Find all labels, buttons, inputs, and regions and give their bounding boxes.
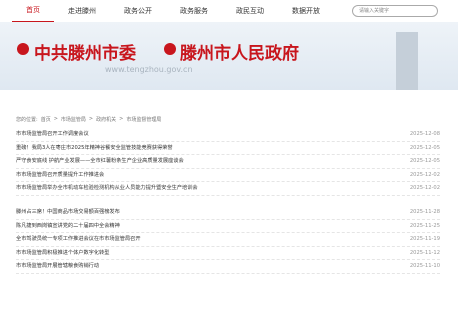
breadcrumb: 您的位置: 首页 > 市场监管局 > 政府机关 > 市场监督管理局 [0,110,458,128]
gov-emblem-icon [164,43,176,55]
bread-2: > [53,116,58,122]
bread-4: > [88,116,94,122]
nav-about[interactable]: 走进滕州 [54,0,110,22]
list-gap [16,196,440,206]
tower-image [396,32,418,90]
bread-1[interactable]: 首页 [41,116,51,123]
list-item[interactable]: 陈凡捷到西岗镇宣讲党的二十届四中全会精神 2025-11-25 [16,220,440,234]
news-list: 市市场监管局召开工作调度会议 2025-12-08 重磅！我局3人在枣庄市2025… [0,128,458,274]
nav-interact[interactable]: 政民互动 [222,0,278,22]
list-item[interactable]: 重磅！我局3人在枣庄市2025年精神谷餐安全监管技能竞赛获得荣誉 2025-12-… [16,142,440,156]
search-input[interactable]: 请输入关键字 [352,5,438,17]
nav-service[interactable]: 政务服务 [166,0,222,22]
bread-0: 您的位置: [16,116,38,123]
list-item[interactable]: 全市驾驶员统一专项工作推进会议在市市场监管局召开 2025-11-19 [16,233,440,247]
list-item[interactable]: 市市场监管局召开工作调度会议 2025-12-08 [16,128,440,142]
nav-open[interactable]: 政务公开 [110,0,166,22]
bread-7[interactable]: 市场监督管理局 [126,116,161,123]
list-item[interactable]: 严守食安底线 护航产业发展——全市红薯粉条生产企业高质量发展座谈会 2025-12… [16,155,440,169]
party-title: 中共滕州市委 [34,44,136,64]
list-item[interactable]: 市市场监管局召开质量提升工作推进会 2025-12-02 [16,169,440,183]
bread-5[interactable]: 政府机关 [96,116,116,123]
gov-title: 滕州市人民政府 [180,44,299,64]
nav-data[interactable]: 数据开放 [278,0,334,22]
site-url: www.tengzhou.gov.cn [105,65,193,74]
nav-home[interactable]: 首页 [12,0,54,23]
bread-6: > [119,116,124,122]
list-item[interactable]: 市市场监管局开展管辖粮食购销行动 2025-11-10 [16,260,440,274]
party-emblem-icon [17,43,29,55]
top-nav: 首页 走进滕州 政务公开 政务服务 政民互动 数据开放 请输入关键字 [0,0,458,23]
banner: 中共滕州市委 滕州市人民政府 www.tengzhou.gov.cn [0,22,458,90]
bread-3[interactable]: 市场监管局 [61,116,86,123]
list-item[interactable]: 市市场监管局举办全市机动车检验检测机构从业人员能力提升暨安全生产培训会 2025-… [16,182,440,196]
list-item[interactable]: 滕州占三席！中国商品市场交易额百强榜发布 2025-11-28 [16,206,440,220]
list-item[interactable]: 市市场监管局积极推进个体户数字化转型 2025-11-12 [16,247,440,261]
